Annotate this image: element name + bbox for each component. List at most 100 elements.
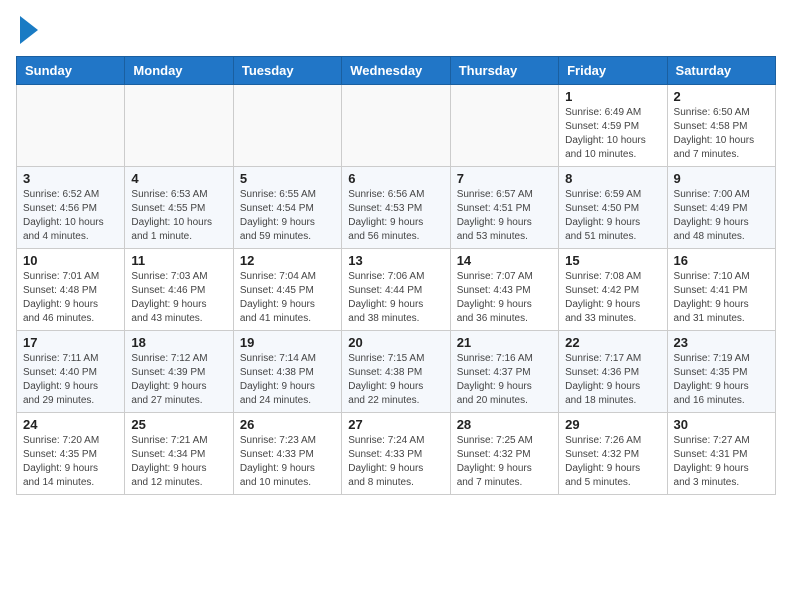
day-info: Sunrise: 7:14 AM Sunset: 4:38 PM Dayligh… (240, 352, 335, 408)
calendar-cell: 16Sunrise: 7:10 AM Sunset: 4:41 PM Dayli… (667, 249, 775, 331)
calendar-header-row: SundayMondayTuesdayWednesdayThursdayFrid… (17, 57, 776, 85)
weekday-header-tuesday: Tuesday (233, 57, 341, 85)
calendar-week-row: 10 Sunrise: 7:01 AM Sunset: 4:48 PM Dayli… (17, 249, 776, 331)
calendar-cell: 14 Sunrise: 7:07 AM Sunset: 4:43 PM Dayli… (450, 249, 558, 331)
day-info: Sunrise: 6:49 AM Sunset: 4:59 PM Dayligh… (565, 106, 660, 162)
calendar-cell: 13Sunrise: 7:06 AM Sunset: 4:44 PM Dayli… (342, 249, 450, 331)
day-info: Sunrise: 6:57 AM Sunset: 4:51 PM Dayligh… (457, 188, 552, 244)
calendar-week-row: 24 Sunrise: 7:20 AM Sunset: 4:35 PM Dayli… (17, 413, 776, 495)
day-number: 27 (348, 417, 443, 432)
calendar-cell (233, 85, 341, 167)
calendar-cell: 3 Sunrise: 6:52 AM Sunset: 4:56 PM Daylig… (17, 167, 125, 249)
day-number: 28 (457, 417, 552, 432)
day-number: 10 (23, 253, 118, 268)
day-number: 17 (23, 335, 118, 350)
day-number: 16 (674, 253, 769, 268)
day-number: 23 (674, 335, 769, 350)
calendar-cell: 10 Sunrise: 7:01 AM Sunset: 4:48 PM Dayli… (17, 249, 125, 331)
calendar-cell: 28 Sunrise: 7:25 AM Sunset: 4:32 PM Dayli… (450, 413, 558, 495)
calendar-cell (450, 85, 558, 167)
day-info: Sunrise: 7:17 AM Sunset: 4:36 PM Dayligh… (565, 352, 660, 408)
calendar-cell: 9 Sunrise: 7:00 AM Sunset: 4:49 PM Daylig… (667, 167, 775, 249)
calendar-cell: 22 Sunrise: 7:17 AM Sunset: 4:36 PM Dayli… (559, 331, 667, 413)
day-number: 14 (457, 253, 552, 268)
day-number: 15 (565, 253, 660, 268)
day-number: 9 (674, 171, 769, 186)
day-number: 30 (674, 417, 769, 432)
day-number: 21 (457, 335, 552, 350)
day-info: Sunrise: 7:20 AM Sunset: 4:35 PM Dayligh… (23, 434, 118, 490)
calendar-cell: 30 Sunrise: 7:27 AM Sunset: 4:31 PM Dayli… (667, 413, 775, 495)
day-info: Sunrise: 7:00 AM Sunset: 4:49 PM Dayligh… (674, 188, 769, 244)
calendar-cell: 11 Sunrise: 7:03 AM Sunset: 4:46 PM Dayli… (125, 249, 233, 331)
day-info: Sunrise: 7:26 AM Sunset: 4:32 PM Dayligh… (565, 434, 660, 490)
day-info: Sunrise: 7:16 AM Sunset: 4:37 PM Dayligh… (457, 352, 552, 408)
calendar-table: SundayMondayTuesdayWednesdayThursdayFrid… (16, 56, 776, 495)
calendar-cell: 8 Sunrise: 6:59 AM Sunset: 4:50 PM Daylig… (559, 167, 667, 249)
day-info: Sunrise: 7:08 AM Sunset: 4:42 PM Dayligh… (565, 270, 660, 326)
day-info: Sunrise: 6:56 AM Sunset: 4:53 PM Dayligh… (348, 188, 443, 244)
calendar-cell (125, 85, 233, 167)
weekday-header-saturday: Saturday (667, 57, 775, 85)
day-number: 7 (457, 171, 552, 186)
day-number: 24 (23, 417, 118, 432)
day-info: Sunrise: 7:07 AM Sunset: 4:43 PM Dayligh… (457, 270, 552, 326)
calendar-week-row: 3 Sunrise: 6:52 AM Sunset: 4:56 PM Daylig… (17, 167, 776, 249)
calendar-cell: 5Sunrise: 6:55 AM Sunset: 4:54 PM Daylig… (233, 167, 341, 249)
weekday-header-thursday: Thursday (450, 57, 558, 85)
logo-arrow-icon (20, 16, 38, 44)
weekday-header-monday: Monday (125, 57, 233, 85)
day-info: Sunrise: 7:11 AM Sunset: 4:40 PM Dayligh… (23, 352, 118, 408)
day-info: Sunrise: 7:23 AM Sunset: 4:33 PM Dayligh… (240, 434, 335, 490)
day-number: 12 (240, 253, 335, 268)
day-info: Sunrise: 7:27 AM Sunset: 4:31 PM Dayligh… (674, 434, 769, 490)
calendar-week-row: 17 Sunrise: 7:11 AM Sunset: 4:40 PM Dayli… (17, 331, 776, 413)
calendar-cell: 26 Sunrise: 7:23 AM Sunset: 4:33 PM Dayli… (233, 413, 341, 495)
day-number: 11 (131, 253, 226, 268)
day-info: Sunrise: 6:59 AM Sunset: 4:50 PM Dayligh… (565, 188, 660, 244)
day-info: Sunrise: 6:53 AM Sunset: 4:55 PM Dayligh… (131, 188, 226, 244)
day-number: 8 (565, 171, 660, 186)
day-number: 25 (131, 417, 226, 432)
day-info: Sunrise: 7:19 AM Sunset: 4:35 PM Dayligh… (674, 352, 769, 408)
calendar-cell: 12 Sunrise: 7:04 AM Sunset: 4:45 PM Dayli… (233, 249, 341, 331)
calendar-cell: 25 Sunrise: 7:21 AM Sunset: 4:34 PM Dayli… (125, 413, 233, 495)
day-number: 22 (565, 335, 660, 350)
calendar-cell: 6 Sunrise: 6:56 AM Sunset: 4:53 PM Daylig… (342, 167, 450, 249)
day-info: Sunrise: 7:04 AM Sunset: 4:45 PM Dayligh… (240, 270, 335, 326)
day-number: 1 (565, 89, 660, 104)
day-number: 18 (131, 335, 226, 350)
calendar-cell: 19 Sunrise: 7:14 AM Sunset: 4:38 PM Dayli… (233, 331, 341, 413)
day-number: 4 (131, 171, 226, 186)
calendar-cell: 4 Sunrise: 6:53 AM Sunset: 4:55 PM Daylig… (125, 167, 233, 249)
calendar-cell: 21 Sunrise: 7:16 AM Sunset: 4:37 PM Dayli… (450, 331, 558, 413)
day-info: Sunrise: 6:52 AM Sunset: 4:56 PM Dayligh… (23, 188, 118, 244)
day-number: 6 (348, 171, 443, 186)
calendar-cell: 24 Sunrise: 7:20 AM Sunset: 4:35 PM Dayli… (17, 413, 125, 495)
logo (16, 16, 38, 44)
day-number: 3 (23, 171, 118, 186)
day-number: 29 (565, 417, 660, 432)
calendar-cell: 18 Sunrise: 7:12 AM Sunset: 4:39 PM Dayli… (125, 331, 233, 413)
day-info: Sunrise: 7:15 AM Sunset: 4:38 PM Dayligh… (348, 352, 443, 408)
day-number: 20 (348, 335, 443, 350)
calendar-cell: 17 Sunrise: 7:11 AM Sunset: 4:40 PM Dayli… (17, 331, 125, 413)
day-info: Sunrise: 7:25 AM Sunset: 4:32 PM Dayligh… (457, 434, 552, 490)
day-info: Sunrise: 7:12 AM Sunset: 4:39 PM Dayligh… (131, 352, 226, 408)
day-info: Sunrise: 7:03 AM Sunset: 4:46 PM Dayligh… (131, 270, 226, 326)
calendar-cell: 2 Sunrise: 6:50 AM Sunset: 4:58 PM Daylig… (667, 85, 775, 167)
weekday-header-friday: Friday (559, 57, 667, 85)
day-number: 26 (240, 417, 335, 432)
day-info: Sunrise: 7:01 AM Sunset: 4:48 PM Dayligh… (23, 270, 118, 326)
day-info: Sunrise: 7:24 AM Sunset: 4:33 PM Dayligh… (348, 434, 443, 490)
day-number: 19 (240, 335, 335, 350)
day-number: 2 (674, 89, 769, 104)
calendar-cell: 23 Sunrise: 7:19 AM Sunset: 4:35 PM Dayli… (667, 331, 775, 413)
weekday-header-sunday: Sunday (17, 57, 125, 85)
day-info: Sunrise: 7:21 AM Sunset: 4:34 PM Dayligh… (131, 434, 226, 490)
calendar-cell: 29 Sunrise: 7:26 AM Sunset: 4:32 PM Dayli… (559, 413, 667, 495)
day-number: 13 (348, 253, 443, 268)
calendar-week-row: 1 Sunrise: 6:49 AM Sunset: 4:59 PM Daylig… (17, 85, 776, 167)
day-number: 5 (240, 171, 335, 186)
day-info: Sunrise: 6:50 AM Sunset: 4:58 PM Dayligh… (674, 106, 769, 162)
